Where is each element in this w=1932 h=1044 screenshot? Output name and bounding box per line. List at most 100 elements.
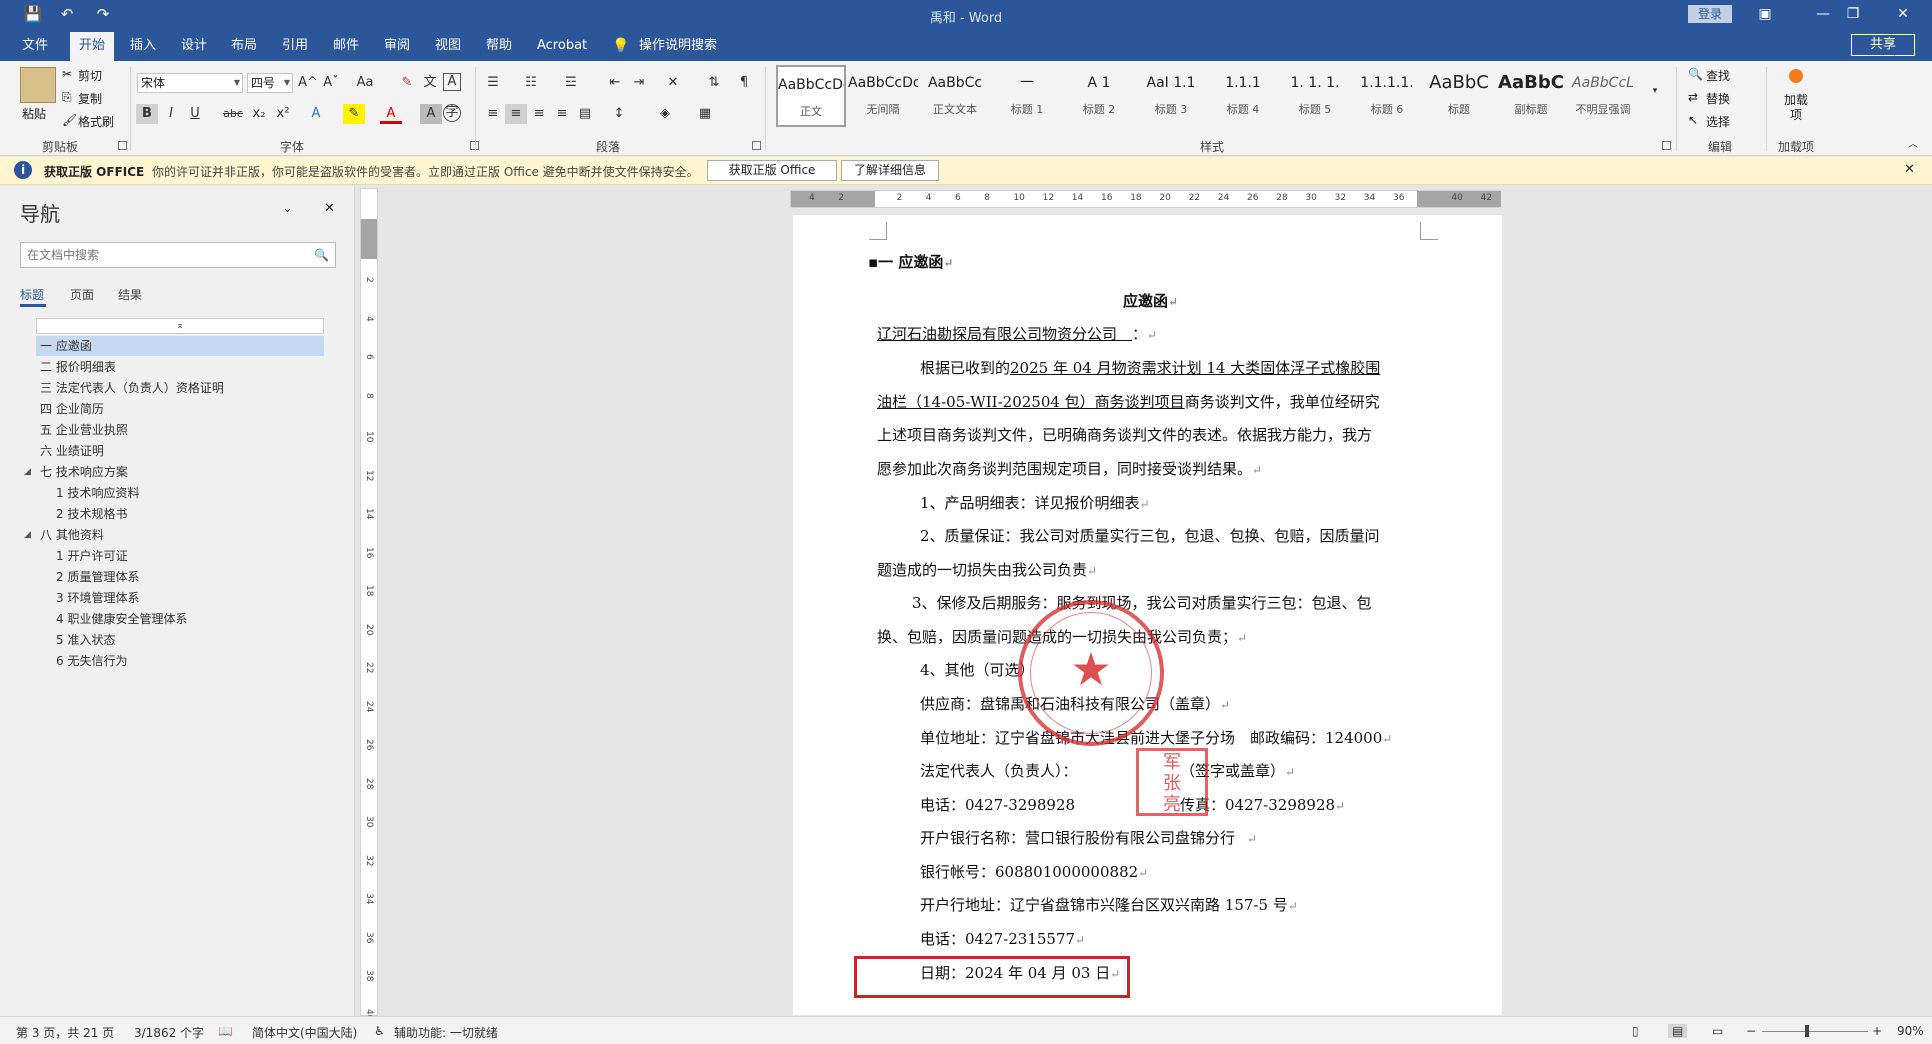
tab-design[interactable]: 设计 (181, 36, 207, 58)
align-center-icon[interactable]: ≡ (505, 104, 527, 124)
shading-icon[interactable]: ◈ (654, 104, 676, 124)
distributed-icon[interactable]: ▤ (574, 104, 596, 124)
ribbon-display-icon[interactable]: ▣ (1742, 2, 1788, 26)
read-mode-icon[interactable]: ▯ (1632, 1024, 1639, 1038)
doc-title[interactable]: 应邀函↵ (1123, 290, 1178, 311)
multilevel-list-icon[interactable]: ☲ (560, 73, 582, 93)
enclose-character-icon[interactable]: 字 (443, 104, 461, 122)
nav-item[interactable]: 2 技术规格书 (56, 504, 127, 524)
style-normal[interactable]: AaBbCcDc 正文 (776, 65, 846, 127)
doc-phone[interactable]: 电话：0427-3298928 (920, 794, 1075, 815)
strikethrough-button[interactable]: abc (222, 104, 244, 124)
print-layout-icon[interactable]: ▤ (1668, 1024, 1688, 1038)
collapse-ribbon-icon[interactable]: ︿ (1902, 135, 1924, 155)
nav-item[interactable]: 4 职业健康安全管理体系 (56, 609, 187, 629)
sort-icon[interactable]: ⇅ (703, 73, 725, 93)
expand-icon[interactable]: ◢ (24, 525, 31, 545)
doc-item-2[interactable]: 2、质量保证：我公司对质量实行三包，包退、包换、包赔，因质量问 (920, 525, 1380, 546)
nav-item[interactable]: 6 无失信行为 (56, 651, 127, 671)
text-effects-icon[interactable]: A (305, 104, 327, 124)
tab-view[interactable]: 视图 (435, 36, 461, 58)
zoom-slider[interactable] (1762, 1031, 1868, 1032)
doc-heading[interactable]: ▪一 应邀函↵ (868, 251, 953, 272)
highlight-icon[interactable]: ✎ (343, 104, 365, 124)
paste-icon[interactable] (20, 67, 56, 103)
tab-file[interactable]: 文件 (22, 36, 48, 58)
nav-tab-headings[interactable]: 标题 (20, 286, 44, 303)
clear-formatting-icon[interactable]: ✎ (396, 73, 418, 93)
style-no-spacing[interactable]: AaBbCcDc 无间隔 (848, 65, 918, 127)
nav-item[interactable]: 2 质量管理体系 (56, 567, 139, 587)
doc-bank[interactable]: 开户银行名称：营口银行股份有限公司盘锦分行 ↵ (920, 827, 1257, 848)
nav-item[interactable]: 1 技术响应资料 (56, 483, 139, 503)
nav-tab-pages[interactable]: 页面 (70, 286, 94, 303)
character-border-icon[interactable]: A (443, 73, 461, 91)
style-subtle-emphasis[interactable]: AaBbCcL 不明显强调 (1568, 65, 1638, 127)
login-button[interactable]: 登录 (1688, 5, 1732, 23)
style-title[interactable]: AaBbC 标题 (1424, 65, 1494, 127)
superscript-button[interactable]: x² (272, 104, 294, 124)
chinese-layout-icon[interactable]: ✕ (662, 73, 684, 93)
style-heading-4[interactable]: 1.1.1 标题 4 (1208, 65, 1278, 127)
doc-addressee[interactable]: 辽河石油勘探局有限公司物资分公司 ：↵ (877, 323, 1157, 344)
close-button[interactable]: ✕ (1880, 2, 1926, 26)
doc-item-3[interactable]: 3、保修及后期服务：服务到现场，我公司对质量实行三包：包退、包 (912, 592, 1372, 613)
style-subtitle[interactable]: AaBbC 副标题 (1496, 65, 1566, 127)
chevron-down-icon[interactable]: ⌄ (282, 201, 293, 216)
zoom-level[interactable]: 90% (1897, 1024, 1924, 1038)
copy-icon[interactable]: ⎘ (62, 90, 72, 105)
format-painter-button[interactable]: 格式刷 (78, 113, 114, 130)
bullets-icon[interactable]: ☰ (482, 73, 504, 93)
nav-search-input[interactable]: 在文档中搜索 🔍 (20, 242, 336, 268)
tab-layout[interactable]: 布局 (231, 36, 257, 58)
close-icon[interactable]: ✕ (324, 201, 335, 216)
format-painter-icon[interactable]: 🖌 (62, 113, 77, 127)
doc-bank-address[interactable]: 开户行地址：辽宁省盘锦市兴隆台区双兴南路 157-5 号↵ (920, 894, 1298, 915)
word-count[interactable]: 3/1862 个字 (134, 1024, 204, 1041)
language[interactable]: 简体中文(中国大陆) (252, 1024, 357, 1041)
character-shading-icon[interactable]: A (420, 104, 442, 124)
doc-item-1[interactable]: 1、产品明细表：详见报价明细表↵ (920, 492, 1150, 513)
zoom-thumb[interactable] (1805, 1025, 1809, 1037)
nav-item[interactable]: 六 业绩证明 (40, 441, 104, 461)
doc-para-line[interactable]: 油栏（14-05-WII-202504 包）商务谈判项目商务谈判文件，我单位经研… (877, 391, 1380, 412)
close-icon[interactable]: ✕ (1904, 162, 1915, 177)
search-icon[interactable]: 🔍 (314, 243, 329, 267)
line-spacing-icon[interactable]: ↕ (608, 104, 630, 124)
accessibility-icon[interactable]: ♿ (374, 1024, 385, 1038)
paragraph-launcher[interactable] (752, 141, 761, 150)
styles-launcher[interactable] (1662, 141, 1671, 150)
font-color-icon[interactable]: A (380, 104, 402, 124)
doc-phone-2[interactable]: 电话：0427-2315577↵ (920, 928, 1085, 949)
bold-button[interactable]: B (136, 104, 158, 124)
nav-item[interactable]: 四 企业简历 (40, 399, 104, 419)
style-heading-2[interactable]: A 1 标题 2 (1064, 65, 1134, 127)
cut-button[interactable]: 剪切 (78, 67, 102, 84)
doc-para-line[interactable]: 愿参加此次商务谈判范围规定项目，同时接受谈判结果。↵ (877, 458, 1262, 479)
style-body-text[interactable]: AaBbCc 正文文本 (920, 65, 990, 127)
style-heading-1[interactable]: 一标题 1 (992, 65, 1062, 127)
tab-review[interactable]: 审阅 (384, 36, 410, 58)
nav-item[interactable]: 二 报价明细表 (40, 357, 116, 377)
tab-home[interactable]: 开始 (70, 32, 115, 61)
style-heading-5[interactable]: 1. 1. 1. 标题 5 (1280, 65, 1350, 127)
expand-icon[interactable]: ◢ (24, 462, 31, 482)
proofing-icon[interactable]: 📖 (218, 1024, 233, 1038)
addins-button[interactable]: 加载项 (1782, 93, 1810, 123)
get-genuine-office-button[interactable]: 获取正版 Office (707, 160, 837, 181)
doc-address[interactable]: 单位地址：辽宁省盘锦市大洼县前进大堡子分场 邮政编码：124000↵ (920, 727, 1392, 748)
learn-more-button[interactable]: 了解详细信息 (841, 160, 939, 181)
nav-item[interactable]: 八 其他资料 (40, 525, 104, 545)
doc-legal-rep[interactable]: 法定代表人（负责人）： (920, 760, 1078, 781)
shrink-font-button[interactable]: Aˇ (320, 73, 342, 93)
addins-icon[interactable] (1789, 69, 1803, 83)
font-name-select[interactable]: 宋体 ▼ (137, 73, 243, 93)
styles-more-icon[interactable]: ▾ (1644, 81, 1666, 101)
share-button[interactable]: 共享 (1851, 34, 1915, 56)
grow-font-button[interactable]: A^ (297, 73, 319, 93)
align-right-icon[interactable]: ≡ (528, 104, 550, 124)
justify-icon[interactable]: ≡ (551, 104, 573, 124)
change-case-button[interactable]: Aa (350, 73, 380, 93)
increase-indent-icon[interactable]: ⇥ (628, 73, 650, 93)
zoom-out-icon[interactable]: − (1746, 1024, 1756, 1038)
